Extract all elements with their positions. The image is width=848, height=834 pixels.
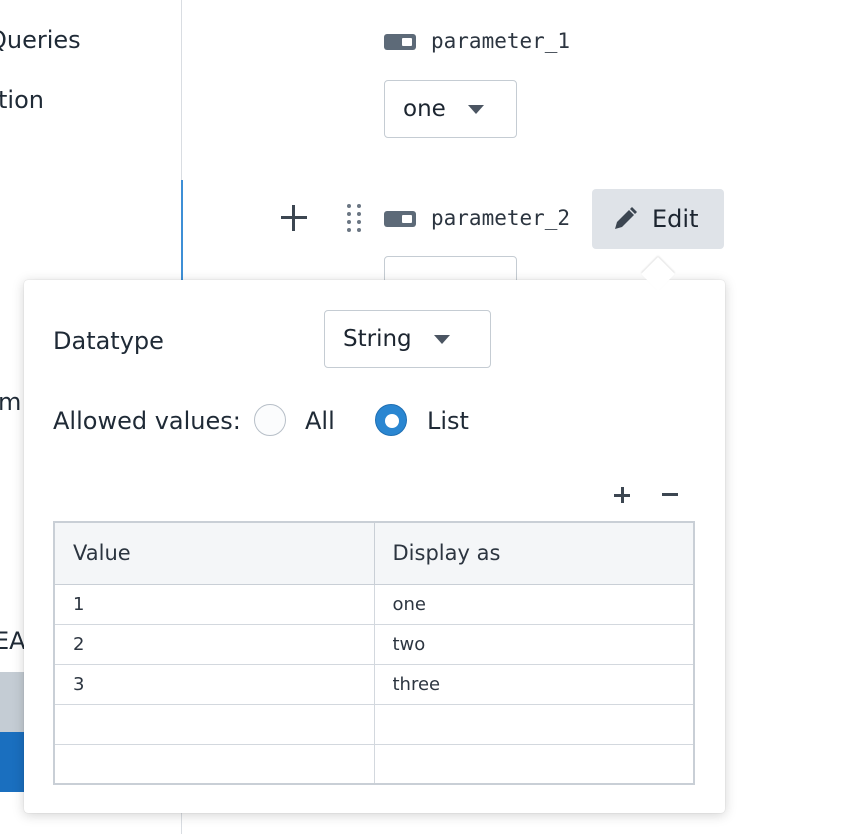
parameter-1-label: parameter_1 <box>431 29 571 53</box>
table-cell-value[interactable] <box>53 743 375 785</box>
caret-down-icon <box>467 104 484 114</box>
toggle-icon <box>384 34 416 50</box>
table-cell-display[interactable]: two <box>373 623 695 665</box>
table-cell-value[interactable] <box>53 703 375 745</box>
table-cell-value[interactable]: 3 <box>53 663 375 705</box>
radio-list[interactable] <box>375 404 407 436</box>
parameter-2-label: parameter_2 <box>431 206 571 230</box>
caret-down-icon <box>433 334 450 344</box>
table-cell-display[interactable]: three <box>373 663 695 705</box>
datatype-value: String <box>343 326 412 352</box>
table-row <box>53 743 695 785</box>
table-row: 2 two <box>53 623 695 665</box>
edit-button[interactable]: Edit <box>592 189 724 249</box>
table-cell-value[interactable]: 2 <box>53 623 375 665</box>
toggle-icon <box>384 211 416 227</box>
column-header-value: Value <box>53 521 375 585</box>
table-cell-display[interactable]: one <box>373 583 695 625</box>
table-cell-value[interactable]: 1 <box>53 583 375 625</box>
table-cell-display[interactable] <box>373 743 695 785</box>
sidebar-primary-button[interactable] <box>0 732 24 792</box>
add-row-plus-icon[interactable] <box>614 487 630 503</box>
sidebar-item-ea[interactable]: EA <box>0 627 26 655</box>
datatype-select[interactable]: String <box>324 310 491 368</box>
radio-list-label[interactable]: List <box>427 407 469 435</box>
radio-all-label[interactable]: All <box>305 407 335 435</box>
sidebar-item-queries[interactable]: Queries <box>0 26 81 54</box>
sidebar-item-tion[interactable]: tion <box>0 86 44 114</box>
datatype-label: Datatype <box>53 327 164 355</box>
add-parameter-plus-icon[interactable] <box>281 205 307 231</box>
parameter-1-value: one <box>403 96 446 122</box>
drag-handle-icon[interactable] <box>347 204 361 234</box>
allowed-values-table: Value Display as 1 one 2 two 3 three <box>53 521 695 785</box>
edit-button-label: Edit <box>652 205 699 233</box>
remove-row-minus-icon[interactable] <box>662 493 678 496</box>
column-header-display-as: Display as <box>373 521 695 585</box>
radio-all[interactable] <box>254 404 286 436</box>
table-row <box>53 703 695 745</box>
pencil-icon <box>615 207 637 229</box>
allowed-values-label: Allowed values: <box>53 407 241 435</box>
sidebar-item-m[interactable]: m <box>0 388 21 416</box>
table-row: 1 one <box>53 583 695 625</box>
app-root: Queries tion m EA parameter_1 one parame… <box>0 0 848 834</box>
table-cell-display[interactable] <box>373 703 695 745</box>
table-header-row: Value Display as <box>53 521 695 585</box>
table-row: 3 three <box>53 663 695 705</box>
sidebar-gray-band <box>0 672 24 732</box>
parameter-1-dropdown[interactable]: one <box>384 80 517 138</box>
